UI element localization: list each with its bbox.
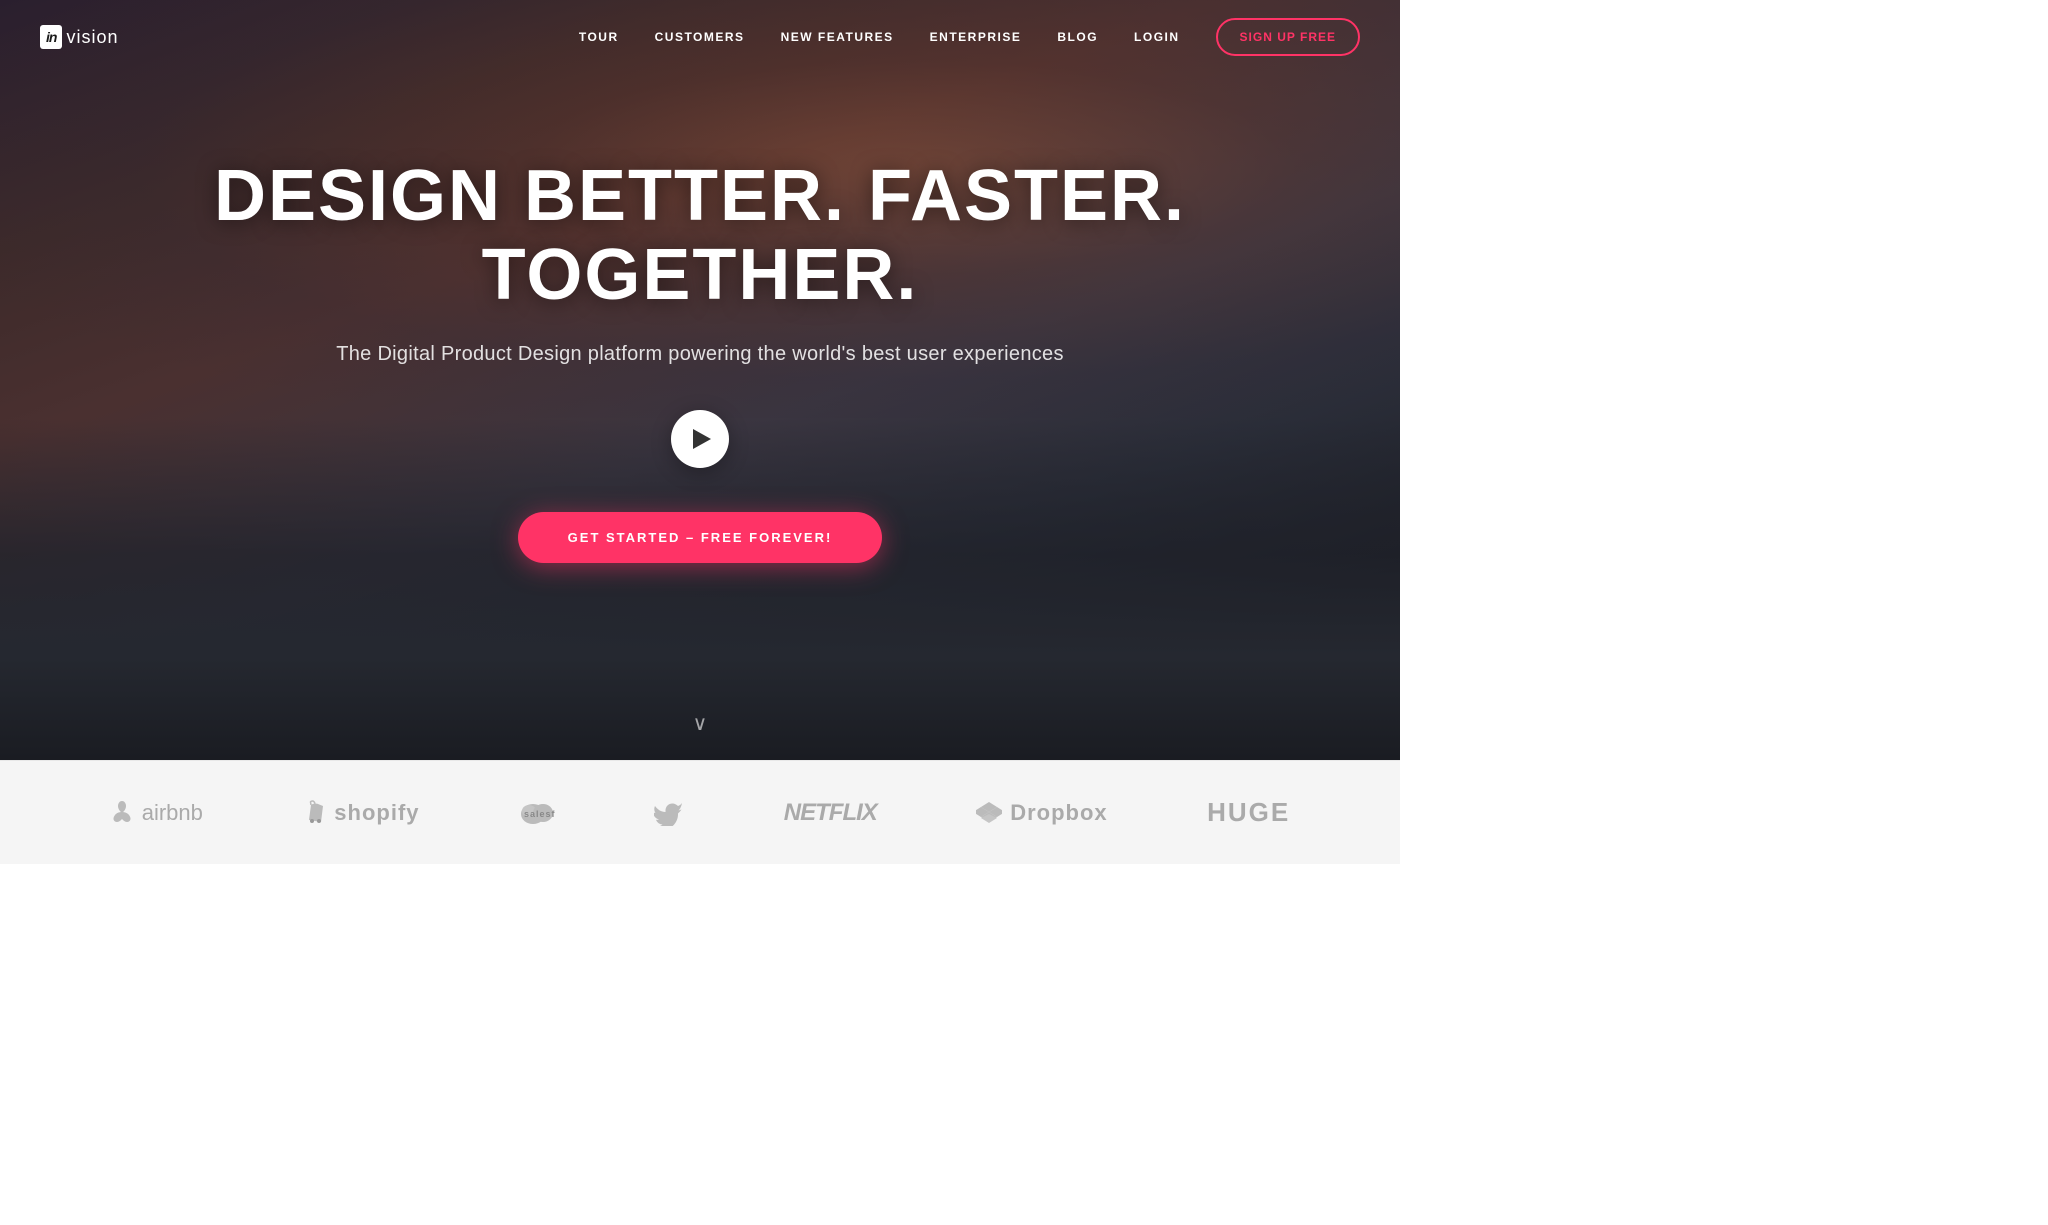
main-nav: TOUR CUSTOMERS NEW FEATURES ENTERPRISE B… (579, 18, 1360, 56)
shopify-label: shopify (334, 800, 419, 826)
hero-subtitle: The Digital Product Design platform powe… (20, 343, 1380, 366)
brand-netflix: NETFLIX (784, 799, 877, 827)
dropbox-label: Dropbox (1010, 800, 1107, 826)
netflix-label: NETFLIX (784, 799, 877, 827)
nav-blog[interactable]: BLOG (1057, 30, 1098, 44)
logo[interactable]: in vision (40, 25, 118, 49)
logo-box: in (40, 25, 62, 49)
salesforce-icon: salesforce (519, 800, 555, 826)
shopify-icon (302, 800, 326, 826)
twitter-icon (654, 800, 684, 826)
brand-dropbox: Dropbox (976, 800, 1107, 826)
play-button[interactable] (671, 410, 729, 468)
brand-salesforce: salesforce (519, 800, 555, 826)
logo-in-text: in (46, 29, 56, 45)
brand-huge: HUGE (1207, 797, 1290, 828)
hero-section: DESIGN BETTER. FASTER. TOGETHER. The Dig… (0, 0, 1400, 760)
nav-tour[interactable]: TOUR (579, 30, 619, 44)
nav-new-features[interactable]: NEW FEATURES (781, 30, 894, 44)
nav-login[interactable]: LOGIN (1134, 30, 1180, 44)
dropbox-icon (976, 800, 1002, 826)
cta-button[interactable]: GET STARTED – FREE FOREVER! (518, 512, 883, 563)
brand-airbnb: airbnb (110, 799, 203, 827)
signup-button[interactable]: SIGN UP FREE (1216, 18, 1360, 56)
brand-twitter (654, 800, 684, 826)
hero-title: DESIGN BETTER. FASTER. TOGETHER. (20, 157, 1380, 315)
hero-content: DESIGN BETTER. FASTER. TOGETHER. The Dig… (0, 157, 1400, 563)
logos-bar: airbnb shopify salesforce NETFLIX (0, 760, 1400, 864)
airbnb-label: airbnb (142, 800, 203, 826)
scroll-arrow: ∨ (693, 711, 708, 736)
brand-shopify: shopify (302, 800, 419, 826)
play-icon (693, 429, 711, 449)
logo-vision-text: vision (66, 27, 118, 48)
nav-customers[interactable]: CUSTOMERS (655, 30, 745, 44)
huge-label: HUGE (1207, 797, 1290, 828)
site-header: in vision TOUR CUSTOMERS NEW FEATURES EN… (0, 0, 1400, 74)
nav-enterprise[interactable]: ENTERPRISE (930, 30, 1022, 44)
airbnb-icon (110, 799, 134, 827)
svg-text:salesforce: salesforce (524, 809, 555, 819)
